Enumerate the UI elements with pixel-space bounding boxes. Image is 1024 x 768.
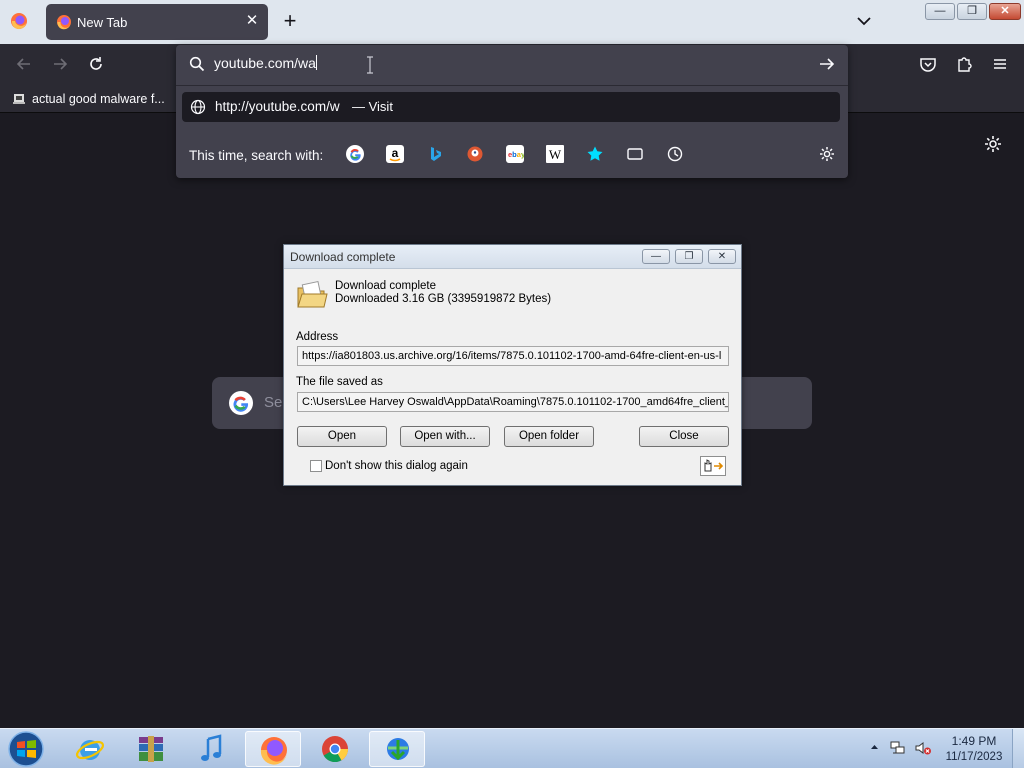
url-input-text: youtube.com/wa bbox=[214, 55, 316, 71]
engine-history-icon[interactable] bbox=[666, 145, 684, 163]
restore-icon: ❐ bbox=[684, 251, 694, 262]
window-close-button[interactable]: ✕ bbox=[989, 3, 1021, 20]
extensions-icon[interactable] bbox=[954, 54, 974, 74]
idm-drag-icon[interactable] bbox=[700, 456, 726, 476]
globe-icon bbox=[190, 99, 206, 115]
firefox-icon bbox=[57, 15, 71, 30]
download-complete-dialog: Download complete — ❐ ✕ Download complet… bbox=[283, 244, 742, 486]
restore-icon: ❐ bbox=[967, 5, 977, 17]
address-field[interactable]: https://ia801803.us.archive.org/16/items… bbox=[297, 346, 729, 366]
window-minimize-button[interactable]: — bbox=[925, 3, 955, 20]
winrar-icon bbox=[139, 736, 163, 762]
svg-text:a: a bbox=[392, 146, 399, 160]
engine-amazon-icon[interactable]: a bbox=[386, 145, 404, 163]
tray-expand-icon[interactable] bbox=[870, 743, 879, 751]
search-icon bbox=[189, 56, 205, 72]
result-action: — Visit bbox=[352, 99, 393, 114]
open-folder-icon bbox=[297, 280, 328, 308]
itunes-icon bbox=[201, 734, 222, 761]
dialog-close-button[interactable]: ✕ bbox=[708, 249, 736, 264]
new-tab-button[interactable]: + bbox=[280, 10, 300, 32]
engine-tabs-icon[interactable] bbox=[626, 145, 644, 163]
clock-time[interactable]: 1:49 PM bbox=[944, 734, 1004, 748]
show-desktop-button[interactable] bbox=[1012, 729, 1024, 768]
go-arrow-icon[interactable] bbox=[818, 55, 836, 73]
back-icon[interactable] bbox=[14, 54, 34, 74]
engine-google-icon[interactable] bbox=[346, 145, 364, 163]
chevron-down-icon[interactable] bbox=[855, 14, 873, 28]
network-icon[interactable] bbox=[890, 740, 906, 756]
engine-wikipedia-icon[interactable]: W bbox=[546, 145, 564, 163]
dialog-titlebar[interactable]: Download complete — ❐ ✕ bbox=[284, 245, 741, 269]
saved-path-field[interactable]: C:\Users\Lee Harvey Oswald\AppData\Roami… bbox=[297, 392, 729, 412]
svg-text:ebay: ebay bbox=[508, 150, 524, 159]
chrome-icon bbox=[322, 736, 349, 763]
dialog-restore-button[interactable]: ❐ bbox=[675, 249, 703, 264]
newtab-search-placeholder: Se bbox=[264, 394, 283, 411]
tab-new-tab[interactable]: New Tab ✕ bbox=[46, 4, 268, 40]
engine-duckduckgo-icon[interactable] bbox=[466, 145, 484, 163]
open-with-button[interactable]: Open with... bbox=[400, 426, 490, 447]
result-url: http://youtube.com/w bbox=[215, 99, 340, 114]
gear-icon[interactable] bbox=[983, 134, 1003, 154]
dialog-minimize-button[interactable]: — bbox=[642, 249, 670, 264]
address-label: Address bbox=[296, 331, 339, 343]
search-settings-gear-icon[interactable] bbox=[818, 145, 836, 163]
taskbar-itunes[interactable] bbox=[184, 731, 240, 767]
windows-start-icon[interactable] bbox=[4, 730, 48, 768]
bookmark-label: actual good malware f... bbox=[32, 92, 165, 106]
close-icon: ✕ bbox=[1000, 5, 1010, 17]
reload-icon[interactable] bbox=[86, 54, 106, 74]
tab-close-icon[interactable]: ✕ bbox=[244, 12, 260, 30]
open-folder-button[interactable]: Open folder bbox=[504, 426, 594, 447]
urlbar-panel: youtube.com/wa http://youtube.com/w — Vi… bbox=[176, 45, 848, 178]
ibeam-cursor-icon bbox=[367, 56, 373, 74]
menu-icon[interactable] bbox=[990, 54, 1010, 74]
text-caret bbox=[315, 55, 317, 70]
taskbar-firefox[interactable] bbox=[245, 731, 301, 767]
svg-text:W: W bbox=[549, 147, 562, 162]
bookmark-favicon-icon bbox=[13, 94, 25, 104]
dont-show-again-checkbox[interactable] bbox=[310, 460, 322, 472]
dont-show-again-label: Don't show this dialog again bbox=[325, 460, 468, 472]
urlbar-divider bbox=[176, 85, 848, 86]
taskbar-winrar[interactable] bbox=[123, 731, 179, 767]
idm-icon bbox=[387, 738, 409, 761]
open-button[interactable]: Open bbox=[297, 426, 387, 447]
window-restore-button[interactable]: ❐ bbox=[957, 3, 987, 20]
dialog-title: Download complete bbox=[290, 250, 396, 264]
tab-strip: New Tab ✕ + — ❐ ✕ bbox=[0, 0, 1024, 44]
firefox-icon bbox=[260, 737, 287, 765]
download-size: Downloaded 3.16 GB (3395919872 Bytes) bbox=[335, 293, 552, 305]
taskbar-internet-explorer[interactable] bbox=[62, 731, 118, 767]
google-icon bbox=[229, 391, 253, 415]
tab-title: New Tab bbox=[77, 15, 128, 30]
pocket-icon[interactable] bbox=[918, 54, 938, 74]
minimize-icon: — bbox=[651, 251, 661, 262]
url-result-row[interactable]: http://youtube.com/w — Visit bbox=[182, 92, 840, 122]
taskbar-chrome[interactable] bbox=[307, 731, 363, 767]
taskbar-internet-download-manager[interactable] bbox=[369, 731, 425, 767]
clock-date[interactable]: 11/17/2023 bbox=[940, 751, 1008, 763]
engine-ebay-icon[interactable]: ebay bbox=[506, 145, 526, 163]
forward-icon[interactable] bbox=[50, 54, 70, 74]
volume-muted-icon[interactable] bbox=[914, 740, 932, 756]
minimize-icon: — bbox=[934, 5, 946, 17]
engine-bookmarks-icon[interactable] bbox=[586, 145, 604, 163]
search-with-label: This time, search with: bbox=[189, 148, 324, 163]
internet-explorer-icon bbox=[75, 740, 105, 760]
engine-bing-icon[interactable] bbox=[426, 145, 444, 163]
close-icon: ✕ bbox=[717, 251, 727, 262]
url-input[interactable]: youtube.com/wa bbox=[214, 55, 317, 71]
dialog-heading: Download complete bbox=[335, 280, 437, 292]
firefox-view-icon[interactable] bbox=[10, 12, 28, 30]
close-button[interactable]: Close bbox=[639, 426, 729, 447]
saved-as-label: The file saved as bbox=[296, 376, 383, 388]
